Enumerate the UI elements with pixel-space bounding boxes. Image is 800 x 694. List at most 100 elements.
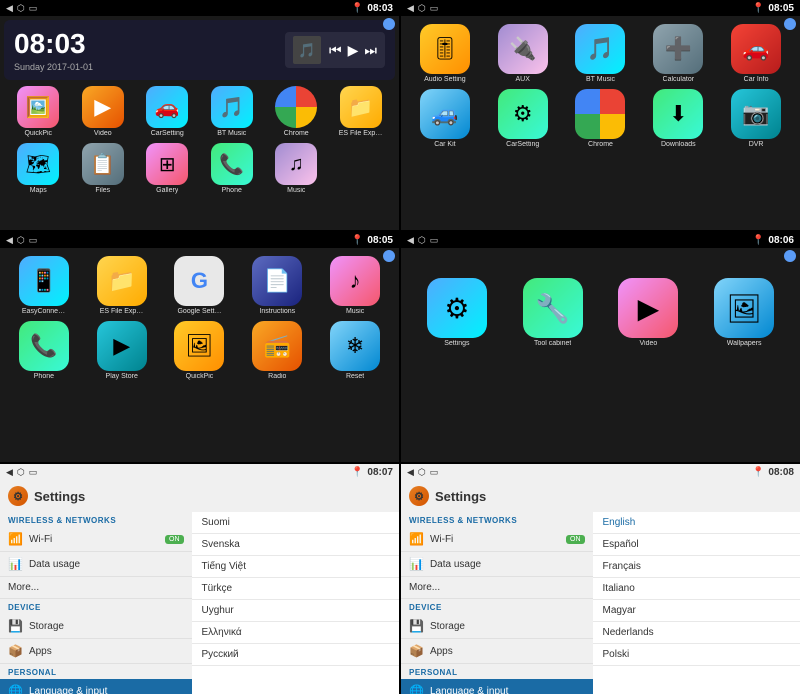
lang-svenska[interactable]: Svenska bbox=[192, 534, 399, 556]
app-music-2[interactable]: ♪ Music bbox=[319, 256, 391, 315]
next-button[interactable]: ⏭ bbox=[364, 42, 377, 59]
google-settings-icon[interactable]: G bbox=[174, 256, 224, 306]
music-2-icon[interactable]: ♪ bbox=[330, 256, 380, 306]
app-quickpic[interactable]: 🖼️ QuickPic bbox=[8, 86, 69, 137]
app-chrome-2[interactable]: Chrome bbox=[565, 89, 637, 148]
app-reset[interactable]: ❄ Reset bbox=[319, 321, 391, 380]
files-icon[interactable]: 📋 bbox=[82, 143, 124, 185]
app-settings[interactable]: ⚙ Settings bbox=[427, 278, 487, 347]
video-icon[interactable]: ▶ bbox=[82, 86, 124, 128]
recent-icon[interactable]: ▭ bbox=[29, 3, 38, 14]
carsetting-2-icon[interactable]: ⚙ bbox=[498, 89, 548, 139]
car-kit-icon[interactable]: 🚙 bbox=[420, 89, 470, 139]
dvr-icon[interactable]: 📷 bbox=[731, 89, 781, 139]
instructions-icon[interactable]: 📄 bbox=[252, 256, 302, 306]
home-icon-3[interactable]: ⬡ bbox=[17, 235, 25, 246]
back-icon-5[interactable]: ◀ bbox=[6, 467, 13, 478]
easyconnection-icon[interactable]: 📱 bbox=[19, 256, 69, 306]
esfile-2-icon[interactable]: 📁 bbox=[97, 256, 147, 306]
lang-turkce[interactable]: Türkçe bbox=[192, 578, 399, 600]
lang-english[interactable]: English bbox=[593, 512, 800, 534]
lang-magyar[interactable]: Magyar bbox=[593, 600, 800, 622]
home-icon-6[interactable]: ⬡ bbox=[418, 467, 426, 478]
app-calculator[interactable]: ➕ Calculator bbox=[642, 24, 714, 83]
app-easyconnection[interactable]: 📱 EasyConnection bbox=[8, 256, 80, 315]
lang-russian[interactable]: Русский bbox=[192, 644, 399, 666]
language-input-item-1[interactable]: 🌐 Language & input bbox=[0, 679, 192, 694]
data-usage-item-2[interactable]: 📊 Data usage bbox=[401, 552, 593, 577]
esfile-icon[interactable]: 📁 bbox=[340, 86, 382, 128]
app-car-kit[interactable]: 🚙 Car Kit bbox=[409, 89, 481, 148]
gallery-icon[interactable]: ⊞ bbox=[146, 143, 188, 185]
downloads-icon[interactable]: ⬇ bbox=[653, 89, 703, 139]
lang-tiengviet[interactable]: Tiếng Việt bbox=[192, 556, 399, 578]
home-icon[interactable]: ⬡ bbox=[17, 3, 25, 14]
app-play-store[interactable]: ▶ Play Store bbox=[86, 321, 158, 380]
back-icon-2[interactable]: ◀ bbox=[407, 3, 414, 14]
quickpic-2-icon[interactable]: 🖼 bbox=[174, 321, 224, 371]
app-video-2[interactable]: ▶ Video bbox=[618, 278, 678, 347]
app-phone[interactable]: 📞 Phone bbox=[202, 143, 263, 194]
home-icon-4[interactable]: ⬡ bbox=[418, 235, 426, 246]
radio-icon[interactable]: 📻 bbox=[252, 321, 302, 371]
lang-spanish[interactable]: Español bbox=[593, 534, 800, 556]
quickpic-icon[interactable]: 🖼️ bbox=[17, 86, 59, 128]
lang-italian[interactable]: Italiano bbox=[593, 578, 800, 600]
app-btmusic[interactable]: 🎵 BT Music bbox=[202, 86, 263, 137]
app-dvr[interactable]: 📷 DVR bbox=[720, 89, 792, 148]
recent-icon-2[interactable]: ▭ bbox=[430, 3, 439, 14]
app-bt-music[interactable]: 🎵 BT Music bbox=[565, 24, 637, 83]
wallpapers-icon[interactable]: 🖼 bbox=[714, 278, 774, 338]
app-google-settings[interactable]: G Google Settings bbox=[164, 256, 236, 315]
maps-icon[interactable]: 🗺 bbox=[17, 143, 59, 185]
app-files[interactable]: 📋 Files bbox=[73, 143, 134, 194]
lang-dutch[interactable]: Nederlands bbox=[593, 622, 800, 644]
music-icon[interactable]: ♫ bbox=[275, 143, 317, 185]
apps-item-2[interactable]: 📦 Apps bbox=[401, 639, 593, 664]
tool-cabinet-icon[interactable]: 🔧 bbox=[523, 278, 583, 338]
app-car-info[interactable]: 🚗 Car Info bbox=[720, 24, 792, 83]
app-music[interactable]: ♫ Music bbox=[266, 143, 327, 194]
music-control-widget[interactable]: 🎵 ⏮ ▶ ⏭ bbox=[285, 32, 385, 68]
more-item-1[interactable]: More... bbox=[0, 577, 192, 599]
recent-icon-4[interactable]: ▭ bbox=[430, 235, 439, 246]
app-audio-setting[interactable]: 🎚 Audio Setting bbox=[409, 24, 481, 83]
phone-icon[interactable]: 📞 bbox=[211, 143, 253, 185]
car-info-icon[interactable]: 🚗 bbox=[731, 24, 781, 74]
language-input-item-2[interactable]: 🌐 Language & input bbox=[401, 679, 593, 694]
app-esfile-2[interactable]: 📁 ES File Explorer bbox=[86, 256, 158, 315]
data-usage-item-1[interactable]: 📊 Data usage bbox=[0, 552, 192, 577]
more-item-2[interactable]: More... bbox=[401, 577, 593, 599]
music-buttons[interactable]: ⏮ ▶ ⏭ bbox=[329, 42, 377, 59]
storage-item-2[interactable]: 💾 Storage bbox=[401, 614, 593, 639]
recent-icon-6[interactable]: ▭ bbox=[430, 467, 439, 478]
app-aux[interactable]: 🔌 AUX bbox=[487, 24, 559, 83]
settings-icon[interactable]: ⚙ bbox=[427, 278, 487, 338]
carsetting-icon[interactable]: 🚗 bbox=[146, 86, 188, 128]
app-wallpapers[interactable]: 🖼 Wallpapers bbox=[714, 278, 774, 347]
calculator-icon[interactable]: ➕ bbox=[653, 24, 703, 74]
bt-music-icon[interactable]: 🎵 bbox=[575, 24, 625, 74]
chrome-2-icon[interactable] bbox=[575, 89, 625, 139]
lang-uyghur[interactable]: Uyghur bbox=[192, 600, 399, 622]
lang-french[interactable]: Français bbox=[593, 556, 800, 578]
app-esfile[interactable]: 📁 ES File Explorer bbox=[331, 86, 392, 137]
aux-icon[interactable]: 🔌 bbox=[498, 24, 548, 74]
btmusic-icon[interactable]: 🎵 bbox=[211, 86, 253, 128]
app-radio[interactable]: 📻 Radio bbox=[241, 321, 313, 380]
storage-item-1[interactable]: 💾 Storage bbox=[0, 614, 192, 639]
app-maps[interactable]: 🗺 Maps bbox=[8, 143, 69, 194]
lang-greek[interactable]: Ελληνικά bbox=[192, 622, 399, 644]
app-quickpic-2[interactable]: 🖼 QuickPic bbox=[164, 321, 236, 380]
back-icon-6[interactable]: ◀ bbox=[407, 467, 414, 478]
app-carsetting-2[interactable]: ⚙ CarSetting bbox=[487, 89, 559, 148]
recent-icon-5[interactable]: ▭ bbox=[29, 467, 38, 478]
play-store-icon[interactable]: ▶ bbox=[97, 321, 147, 371]
back-icon-3[interactable]: ◀ bbox=[6, 235, 13, 246]
wifi-toggle-1[interactable]: ON bbox=[165, 535, 184, 544]
apps-item-1[interactable]: 📦 Apps bbox=[0, 639, 192, 664]
app-tool-cabinet[interactable]: 🔧 Tool cabinet bbox=[523, 278, 583, 347]
audio-setting-icon[interactable]: 🎚 bbox=[420, 24, 470, 74]
chrome-icon[interactable] bbox=[275, 86, 317, 128]
lang-polish[interactable]: Polski bbox=[593, 644, 800, 666]
